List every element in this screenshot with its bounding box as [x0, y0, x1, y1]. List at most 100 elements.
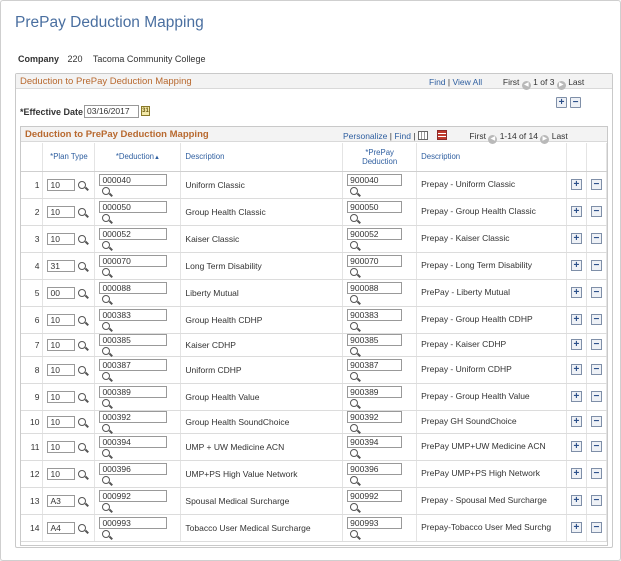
deduction-search-icon[interactable]	[102, 449, 111, 458]
deduction-input[interactable]: 000070	[99, 254, 168, 267]
add-row-button[interactable]: +	[570, 416, 582, 428]
delete-row-button[interactable]: −	[590, 179, 602, 191]
delete-row-button[interactable]: −	[590, 416, 602, 428]
outer-last-label[interactable]: Last	[568, 77, 584, 87]
prepay-deduction-input[interactable]: 900389	[347, 385, 403, 398]
prepay-deduction-search-icon[interactable]	[350, 424, 359, 433]
deduction-search-icon[interactable]	[102, 424, 111, 433]
outer-add-row-button[interactable]: +	[556, 97, 567, 108]
plan-type-input[interactable]: 10	[47, 467, 76, 480]
delete-row-button[interactable]: −	[590, 468, 602, 480]
plan-type-input[interactable]: 10	[47, 205, 76, 218]
plan-type-search-icon[interactable]	[78, 523, 87, 532]
add-row-button[interactable]: +	[570, 233, 582, 245]
prepay-deduction-search-icon[interactable]	[350, 268, 359, 277]
plan-type-header[interactable]: *Plan Type	[42, 143, 96, 172]
deduction-search-icon[interactable]	[102, 295, 111, 304]
deduction-search-icon[interactable]	[102, 503, 111, 512]
deduction-search-icon[interactable]	[102, 530, 111, 539]
add-row-button[interactable]: +	[570, 495, 582, 507]
plan-type-input[interactable]: 31	[47, 259, 76, 272]
outer-first-label[interactable]: First	[503, 77, 520, 87]
deduction-input[interactable]: 000389	[99, 385, 168, 398]
plan-type-search-icon[interactable]	[78, 417, 87, 426]
plan-type-search-icon[interactable]	[78, 469, 87, 478]
download-spreadsheet-icon[interactable]	[436, 130, 447, 140]
grid-personalize-link[interactable]: Personalize	[343, 131, 387, 141]
prepay-deduction-search-icon[interactable]	[350, 449, 359, 458]
add-row-button[interactable]: +	[570, 468, 582, 480]
prepay-deduction-input[interactable]: 900387	[347, 358, 403, 371]
prepay-deduction-input[interactable]: 900396	[347, 462, 403, 475]
delete-row-button[interactable]: −	[590, 364, 602, 376]
deduction-input[interactable]: 000387	[99, 358, 168, 371]
plan-type-search-icon[interactable]	[78, 340, 87, 349]
deduction-input[interactable]: 000383	[99, 308, 168, 321]
deduction-search-icon[interactable]	[102, 372, 111, 381]
prepay-deduction-search-icon[interactable]	[350, 241, 359, 250]
delete-row-button[interactable]: −	[590, 339, 602, 351]
effective-date-input[interactable]: 03/16/2017	[84, 105, 139, 118]
add-row-button[interactable]: +	[570, 339, 582, 351]
plan-type-input[interactable]: 10	[47, 338, 76, 351]
deduction-input[interactable]: 000088	[99, 281, 168, 294]
deduction-search-icon[interactable]	[102, 214, 111, 223]
plan-type-input[interactable]: A4	[47, 521, 76, 534]
plan-type-input[interactable]: 10	[47, 313, 76, 326]
plan-type-input[interactable]: 10	[47, 440, 76, 453]
delete-row-button[interactable]: −	[590, 441, 602, 453]
outer-prev-icon[interactable]: ◀	[521, 81, 531, 90]
plan-type-search-icon[interactable]	[78, 496, 87, 505]
delete-row-button[interactable]: −	[590, 206, 602, 218]
plan-type-search-icon[interactable]	[78, 180, 87, 189]
grid-first-label[interactable]: First	[469, 131, 486, 141]
outer-delete-row-button[interactable]: −	[570, 97, 581, 108]
deduction-search-icon[interactable]	[102, 347, 111, 356]
prepay-deduction-input[interactable]: 900392	[347, 410, 403, 423]
prepay-deduction-search-icon[interactable]	[350, 503, 359, 512]
view-grid-icon[interactable]	[417, 131, 428, 140]
deduction-search-icon[interactable]	[102, 476, 111, 485]
prepay-deduction-search-icon[interactable]	[350, 187, 359, 196]
prepay-deduction-input[interactable]: 900052	[347, 227, 403, 240]
description-header[interactable]: Description	[180, 143, 344, 172]
plan-type-search-icon[interactable]	[78, 315, 87, 324]
plan-type-search-icon[interactable]	[78, 261, 87, 270]
plan-type-input[interactable]: 10	[47, 390, 76, 403]
add-row-button[interactable]: +	[570, 364, 582, 376]
add-row-button[interactable]: +	[570, 522, 582, 534]
prepay-deduction-input[interactable]: 900993	[347, 516, 403, 529]
outer-find-link[interactable]: Find	[429, 77, 446, 87]
plan-type-input[interactable]: A3	[47, 494, 76, 507]
add-row-button[interactable]: +	[570, 287, 582, 299]
prepay-deduction-search-icon[interactable]	[350, 399, 359, 408]
deduction-input[interactable]: 000392	[99, 410, 168, 423]
deduction-input[interactable]: 000385	[99, 333, 168, 346]
deduction-input[interactable]: 000040	[99, 173, 168, 186]
prepay-deduction-search-icon[interactable]	[350, 295, 359, 304]
plan-type-search-icon[interactable]	[78, 207, 87, 216]
outer-view-all-link[interactable]: View All	[453, 77, 483, 87]
add-row-button[interactable]: +	[570, 206, 582, 218]
prepay-deduction-input[interactable]: 900070	[347, 254, 403, 267]
plan-type-search-icon[interactable]	[78, 234, 87, 243]
plan-type-search-icon[interactable]	[78, 288, 87, 297]
add-row-button[interactable]: +	[570, 441, 582, 453]
delete-row-button[interactable]: −	[590, 233, 602, 245]
plan-type-search-icon[interactable]	[78, 392, 87, 401]
plan-type-search-icon[interactable]	[78, 442, 87, 451]
prepay-deduction-input[interactable]: 900992	[347, 489, 403, 502]
prepay-deduction-header[interactable]: *PrePay Deduction	[342, 143, 418, 172]
delete-row-button[interactable]: −	[590, 260, 602, 272]
plan-type-input[interactable]: 10	[47, 415, 76, 428]
prepay-deduction-input[interactable]: 900385	[347, 333, 403, 346]
prepay-deduction-input[interactable]: 900394	[347, 435, 403, 448]
deduction-search-icon[interactable]	[102, 322, 111, 331]
outer-next-icon[interactable]: ▶	[556, 81, 566, 90]
deduction-input[interactable]: 000992	[99, 489, 168, 502]
delete-row-button[interactable]: −	[590, 522, 602, 534]
prepay-deduction-search-icon[interactable]	[350, 322, 359, 331]
calendar-icon[interactable]: 31	[141, 106, 150, 116]
prepay-deduction-search-icon[interactable]	[350, 347, 359, 356]
prepay-deduction-search-icon[interactable]	[350, 530, 359, 539]
